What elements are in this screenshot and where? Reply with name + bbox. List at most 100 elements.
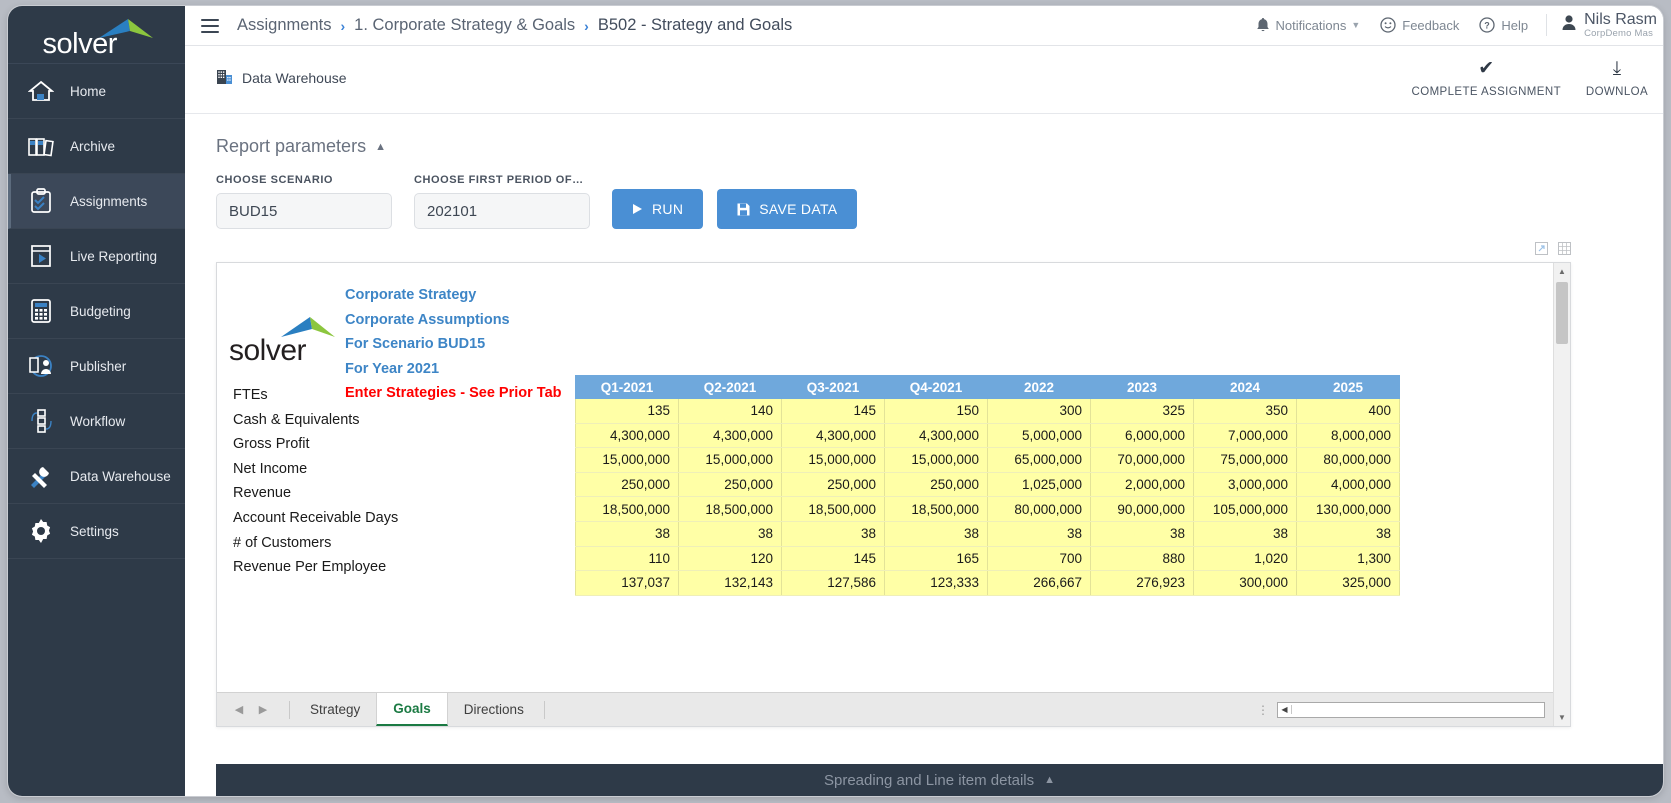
table-cell[interactable]: 165 <box>885 546 988 571</box>
table-cell[interactable]: 325 <box>1091 399 1194 424</box>
table-cell[interactable]: 38 <box>679 521 782 546</box>
complete-assignment-button[interactable]: ✔ COMPLETE ASSIGNMENT <box>1402 54 1571 102</box>
sidebar-item-data-warehouse[interactable]: Data Warehouse <box>8 449 185 504</box>
table-cell[interactable]: 38 <box>1194 521 1297 546</box>
table-cell[interactable]: 18,500,000 <box>576 497 679 522</box>
data-warehouse-context[interactable]: Data Warehouse <box>216 68 347 88</box>
table-cell[interactable]: 8,000,000 <box>1297 423 1400 448</box>
table-cell[interactable]: 7,000,000 <box>1194 423 1297 448</box>
table-cell[interactable]: 15,000,000 <box>885 448 988 473</box>
table-cell[interactable]: 135 <box>576 399 679 424</box>
table-cell[interactable]: 38 <box>576 521 679 546</box>
sheet-tab-directions[interactable]: Directions <box>448 693 540 726</box>
table-cell[interactable]: 4,300,000 <box>576 423 679 448</box>
sheet-options-icon[interactable]: ⋮ <box>1257 703 1277 717</box>
hscroll-left-icon[interactable]: ◀ <box>1278 705 1292 714</box>
table-cell[interactable]: 80,000,000 <box>988 497 1091 522</box>
sidebar-item-live-reporting[interactable]: Live Reporting <box>8 229 185 284</box>
scrollbar-thumb[interactable] <box>1556 282 1568 344</box>
table-cell[interactable]: 80,000,000 <box>1297 448 1400 473</box>
table-cell[interactable]: 15,000,000 <box>576 448 679 473</box>
spreading-details-bar[interactable]: Spreading and Line item details ▲ <box>216 764 1663 796</box>
table-cell[interactable]: 5,000,000 <box>988 423 1091 448</box>
sheet-next-icon[interactable]: ▶ <box>251 703 275 716</box>
table-cell[interactable]: 75,000,000 <box>1194 448 1297 473</box>
table-cell[interactable]: 105,000,000 <box>1194 497 1297 522</box>
grid-icon[interactable] <box>1558 242 1571 255</box>
table-cell[interactable]: 38 <box>1297 521 1400 546</box>
table-cell[interactable]: 1,020 <box>1194 546 1297 571</box>
table-cell[interactable]: 18,500,000 <box>782 497 885 522</box>
table-cell[interactable]: 880 <box>1091 546 1194 571</box>
table-cell[interactable]: 250,000 <box>576 472 679 497</box>
table-cell[interactable]: 3,000,000 <box>1194 472 1297 497</box>
table-cell[interactable]: 266,667 <box>988 571 1091 596</box>
breadcrumb-item-3[interactable]: B502 - Strategy and Goals <box>598 16 792 35</box>
table-cell[interactable]: 38 <box>1091 521 1194 546</box>
sidebar-item-publisher[interactable]: Publisher <box>8 339 185 394</box>
table-cell[interactable]: 18,500,000 <box>679 497 782 522</box>
sidebar-item-budgeting[interactable]: Budgeting <box>8 284 185 339</box>
table-cell[interactable]: 15,000,000 <box>782 448 885 473</box>
user-menu[interactable]: Nils Rasm CorpDemo Mas <box>1561 12 1657 39</box>
table-cell[interactable]: 123,333 <box>885 571 988 596</box>
sidebar-item-assignments[interactable]: Assignments <box>8 174 185 229</box>
save-data-button[interactable]: SAVE DATA <box>717 189 857 229</box>
table-cell[interactable]: 90,000,000 <box>1091 497 1194 522</box>
table-cell[interactable]: 250,000 <box>782 472 885 497</box>
table-cell[interactable]: 350 <box>1194 399 1297 424</box>
sheet-tab-strategy[interactable]: Strategy <box>294 693 376 726</box>
table-cell[interactable]: 38 <box>782 521 885 546</box>
table-cell[interactable]: 1,025,000 <box>988 472 1091 497</box>
feedback-button[interactable]: Feedback <box>1380 17 1459 33</box>
table-cell[interactable]: 127,586 <box>782 571 885 596</box>
table-cell[interactable]: 4,300,000 <box>885 423 988 448</box>
table-cell[interactable]: 4,000,000 <box>1297 472 1400 497</box>
scroll-down-icon[interactable]: ▼ <box>1554 709 1570 726</box>
table-cell[interactable]: 130,000,000 <box>1297 497 1400 522</box>
table-cell[interactable]: 250,000 <box>679 472 782 497</box>
sidebar-item-archive[interactable]: Archive <box>8 119 185 174</box>
sidebar-item-settings[interactable]: Settings <box>8 504 185 559</box>
table-cell[interactable]: 4,300,000 <box>782 423 885 448</box>
table-cell[interactable]: 38 <box>988 521 1091 546</box>
notifications-button[interactable]: Notifications ▼ <box>1256 17 1361 33</box>
table-cell[interactable]: 145 <box>782 399 885 424</box>
table-cell[interactable]: 145 <box>782 546 885 571</box>
table-cell[interactable]: 150 <box>885 399 988 424</box>
table-cell[interactable]: 400 <box>1297 399 1400 424</box>
table-cell[interactable]: 276,923 <box>1091 571 1194 596</box>
horizontal-scrollbar[interactable]: ◀ <box>1277 702 1545 718</box>
table-cell[interactable]: 250,000 <box>885 472 988 497</box>
table-cell[interactable]: 38 <box>885 521 988 546</box>
expand-icon[interactable] <box>1535 242 1548 255</box>
table-cell[interactable]: 18,500,000 <box>885 497 988 522</box>
table-cell[interactable]: 70,000,000 <box>1091 448 1194 473</box>
table-cell[interactable]: 120 <box>679 546 782 571</box>
table-cell[interactable]: 110 <box>576 546 679 571</box>
table-cell[interactable]: 132,143 <box>679 571 782 596</box>
table-cell[interactable]: 140 <box>679 399 782 424</box>
table-cell[interactable]: 4,300,000 <box>679 423 782 448</box>
download-button[interactable]: ⤓ DOWNLOA <box>1571 54 1663 102</box>
table-cell[interactable]: 300 <box>988 399 1091 424</box>
scroll-up-icon[interactable]: ▲ <box>1554 263 1570 280</box>
table-cell[interactable]: 700 <box>988 546 1091 571</box>
help-button[interactable]: ? Help <box>1479 17 1528 33</box>
table-cell[interactable]: 137,037 <box>576 571 679 596</box>
breadcrumb-item-2[interactable]: 1. Corporate Strategy & Goals <box>354 16 575 35</box>
hamburger-icon[interactable] <box>201 19 219 33</box>
table-cell[interactable]: 1,300 <box>1297 546 1400 571</box>
table-cell[interactable]: 65,000,000 <box>988 448 1091 473</box>
sidebar-item-home[interactable]: Home <box>8 64 185 119</box>
sheet-tab-goals[interactable]: Goals <box>376 693 448 726</box>
report-vertical-scrollbar[interactable]: ▲ ▼ <box>1553 263 1570 726</box>
sidebar-item-workflow[interactable]: Workflow <box>8 394 185 449</box>
run-button[interactable]: RUN <box>612 189 703 229</box>
table-cell[interactable]: 300,000 <box>1194 571 1297 596</box>
table-cell[interactable]: 15,000,000 <box>679 448 782 473</box>
sheet-prev-icon[interactable]: ◀ <box>227 703 251 716</box>
table-cell[interactable]: 2,000,000 <box>1091 472 1194 497</box>
scenario-input[interactable] <box>216 193 392 229</box>
table-cell[interactable]: 325,000 <box>1297 571 1400 596</box>
